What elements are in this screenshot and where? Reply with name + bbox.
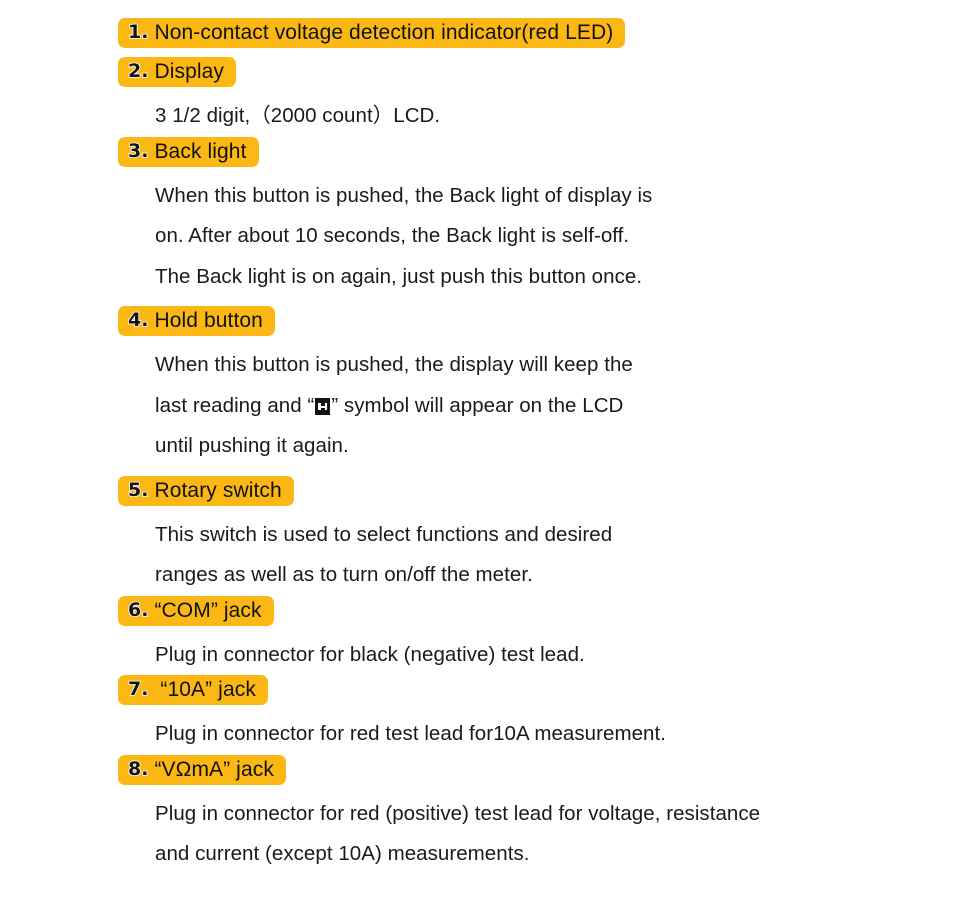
- section-1-number: 1.: [127, 21, 149, 43]
- section-3: 3. Back light When this button is pushed,…: [0, 136, 960, 298]
- section-8-number: 8.: [127, 757, 149, 780]
- section-3-title: Back light: [154, 139, 247, 163]
- body-text-before-symbol: last reading and “: [155, 393, 315, 417]
- body-line: and current (except 10A) measurements.: [155, 842, 530, 865]
- section-6-number: 6.: [127, 598, 149, 621]
- section-1-heading-pill: 1. Non-contact voltage detection indicato…: [118, 18, 626, 48]
- section-7-heading-pill: 7. “10A” jack: [118, 675, 268, 705]
- section-8-body: Plug in connector for red (positive) tes…: [155, 794, 960, 875]
- section-6-body: Plug in connector for black (negative) t…: [155, 635, 960, 676]
- body-line: until pushing it again.: [155, 434, 349, 457]
- section-2-body: 3 1/2 digit,（2000 count）LCD.: [155, 96, 960, 137]
- section-7: 7. “10A” jack Plug in connector for red …: [0, 675, 960, 755]
- body-line: This switch is used to select functions …: [155, 522, 613, 546]
- body-line: 3 1/2 digit,（2000 count）LCD.: [155, 104, 441, 127]
- section-3-heading-pill: 3. Back light: [118, 136, 259, 167]
- body-line: Plug in connector for black (negative) t…: [155, 642, 585, 666]
- body-line: The Back light is on again, just push th…: [155, 264, 643, 288]
- section-3-number: 3.: [127, 139, 149, 162]
- section-7-body: Plug in connector for red test lead for1…: [155, 714, 960, 755]
- section-1-title: Non-contact voltage detection indicator(…: [154, 21, 614, 44]
- section-8-heading-pill: 8. “VΩmA” jack: [118, 754, 286, 785]
- section-5-body: This switch is used to select functions …: [155, 515, 960, 596]
- section-2-title: Display: [154, 60, 225, 83]
- section-2: 2. Display 3 1/2 digit,（2000 count）LCD.: [0, 57, 960, 137]
- section-3-heading-row: 3. Back light: [118, 136, 960, 167]
- section-7-title: “10A” jack: [154, 678, 256, 701]
- section-7-number: 7.: [127, 678, 149, 700]
- section-4-heading-pill: 4. Hold button: [118, 306, 275, 336]
- hold-h-symbol-icon: [315, 397, 331, 415]
- body-text-after-symbol: ” symbol will appear on the LCD: [331, 393, 624, 417]
- section-5-heading-pill: 5. Rotary switch: [118, 475, 294, 506]
- body-line: When this button is pushed, the display …: [155, 353, 633, 376]
- section-4-body: When this button is pushed, the display …: [155, 345, 960, 467]
- section-7-heading-row: 7. “10A” jack: [118, 675, 960, 705]
- section-4-heading-row: 4. Hold button: [118, 306, 960, 336]
- body-line: Plug in connector for red test lead for1…: [155, 722, 666, 745]
- section-6-heading-pill: 6. “COM” jack: [118, 595, 274, 626]
- body-line: on. After about 10 seconds, the Back lig…: [155, 224, 630, 247]
- section-5: 5. Rotary switch This switch is used to s…: [0, 475, 960, 596]
- section-4-number: 4.: [127, 309, 149, 331]
- body-line: When this button is pushed, the Back lig…: [155, 183, 653, 207]
- section-6-title: “COM” jack: [154, 598, 262, 622]
- section-2-number: 2.: [127, 60, 149, 82]
- section-5-title: Rotary switch: [154, 478, 282, 502]
- section-5-heading-row: 5. Rotary switch: [118, 475, 960, 506]
- body-line: last reading and “ ” symbol will appear o…: [155, 386, 960, 427]
- section-6: 6. “COM” jack Plug in connector for black…: [0, 595, 960, 676]
- section-1-heading-row: 1. Non-contact voltage detection indicato…: [118, 18, 960, 48]
- body-line: ranges as well as to turn on/off the met…: [155, 563, 533, 586]
- section-4: 4. Hold button When this button is pushed…: [0, 306, 960, 467]
- section-4-title: Hold button: [154, 309, 263, 332]
- section-6-heading-row: 6. “COM” jack: [118, 595, 960, 626]
- body-line: Plug in connector for red (positive) tes…: [155, 801, 761, 825]
- section-3-body: When this button is pushed, the Back lig…: [155, 176, 960, 298]
- section-2-heading-row: 2. Display: [118, 57, 960, 87]
- section-8: 8. “VΩmA” jack Plug in connector for red …: [0, 754, 960, 875]
- section-5-number: 5.: [127, 478, 149, 501]
- section-2-heading-pill: 2. Display: [118, 57, 237, 87]
- section-8-heading-row: 8. “VΩmA” jack: [118, 754, 960, 785]
- manual-page: 1. Non-contact voltage detection indicato…: [0, 0, 960, 917]
- section-8-title: “VΩmA” jack: [154, 757, 274, 781]
- section-1: 1. Non-contact voltage detection indicato…: [0, 18, 960, 48]
